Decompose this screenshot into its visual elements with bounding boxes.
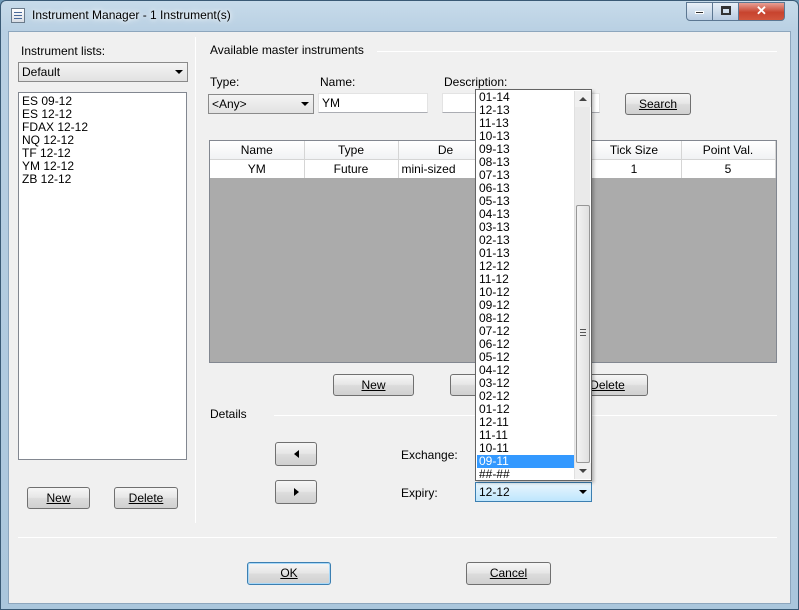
expiry-option[interactable]: 10-12 [477,286,574,299]
expiry-option[interactable]: 06-13 [477,182,574,195]
expiry-option[interactable]: 02-13 [477,234,574,247]
search-label: Search [638,97,678,111]
expiry-option[interactable]: 08-13 [477,156,574,169]
details-section-label: Details [210,407,247,421]
delete-list-label: Delete [128,491,164,505]
close-icon: ✕ [756,3,767,18]
column-header-type[interactable]: Type [304,141,399,160]
expiry-value: 12-12 [479,485,510,499]
expiry-option[interactable]: 12-12 [477,260,574,273]
expiry-option[interactable]: 12-11 [477,416,574,429]
move-left-button[interactable] [275,442,317,466]
column-header-tick-size[interactable]: Tick Size [587,141,682,160]
arrow-right-icon [294,488,299,496]
scroll-up-icon[interactable] [575,91,591,107]
expiry-option[interactable]: 12-13 [477,104,574,117]
new-master-label: New [361,378,386,392]
type-dropdown[interactable]: <Any> [208,94,314,114]
expiry-option[interactable]: 01-12 [477,403,574,416]
arrow-left-icon [294,450,299,458]
expiry-option[interactable]: 11-11 [477,429,574,442]
expiry-option[interactable]: 11-13 [477,117,574,130]
chevron-down-icon [175,70,183,74]
exchange-label: Exchange: [401,448,458,462]
master-section-label: Available master instruments [210,43,364,57]
expiry-option[interactable]: 11-12 [477,273,574,286]
expiry-option[interactable]: 04-12 [477,364,574,377]
expiry-option[interactable]: 03-13 [477,221,574,234]
cancel-button[interactable]: Cancel [466,562,551,585]
expiry-option[interactable]: 07-12 [477,325,574,338]
cell-type: Future [304,159,399,178]
maximize-icon [720,6,731,15]
instrument-listbox[interactable]: ES 09-12 ES 12-12 FDAX 12-12 NQ 12-12 TF… [18,92,187,460]
expiry-label: Expiry: [401,486,438,500]
ok-label: OK [280,566,298,580]
expiry-scrollbar[interactable] [574,91,591,479]
close-button[interactable]: ✕ [738,2,785,21]
column-header-point-value[interactable]: Point Val. [681,141,776,160]
search-button[interactable]: Search [625,93,691,115]
expiry-dropdown[interactable]: 12-12 [475,482,592,502]
footer-divider [18,537,777,538]
expiry-option[interactable]: 03-12 [477,377,574,390]
expiry-option[interactable]: 07-13 [477,169,574,182]
minimize-button[interactable] [686,2,713,21]
name-label: Name: [320,75,356,89]
new-list-label: New [46,491,71,505]
expiry-option[interactable]: 10-13 [477,130,574,143]
instrument-list-value: Default [22,65,61,79]
new-master-button[interactable]: New [333,374,414,396]
cell-name: YM [210,159,305,178]
grip-icon [580,329,586,336]
name-input[interactable]: YM [318,93,428,113]
move-right-button[interactable] [275,480,317,504]
delete-master-label: Delete [590,378,625,392]
window-title: Instrument Manager - 1 Instrument(s) [32,8,231,22]
expiry-option[interactable]: 05-12 [477,351,574,364]
expiry-option[interactable]: 02-12 [477,390,574,403]
expiry-option[interactable]: 01-14 [477,91,574,104]
master-section-divider [377,51,777,52]
expiry-option[interactable]: 08-12 [477,312,574,325]
maximize-button[interactable] [712,2,739,21]
scroll-down-icon[interactable] [575,463,591,479]
column-header-name[interactable]: Name [210,141,305,160]
list-item[interactable]: ZB 12-12 [19,173,186,186]
chevron-down-icon [579,490,587,494]
expiry-option[interactable]: 05-13 [477,195,574,208]
expiry-option[interactable]: 01-13 [477,247,574,260]
cancel-label: Cancel [489,566,528,580]
chevron-down-icon [301,102,309,106]
minimize-icon [695,11,704,14]
dialog-client-area: Instrument lists: Default ES 09-12 ES 12… [8,31,791,604]
instrument-manager-window: Instrument Manager - 1 Instrument(s) ✕ I… [0,0,799,610]
title-bar[interactable]: Instrument Manager - 1 Instrument(s) ✕ [1,1,798,31]
cell-point-value: 5 [681,159,776,178]
app-icon [11,8,25,23]
instrument-list-dropdown[interactable]: Default [18,62,188,82]
instrument-lists-label: Instrument lists: [21,44,106,58]
new-list-button[interactable]: New [27,487,90,509]
expiry-option[interactable]: 09-12 [477,299,574,312]
panel-divider [195,37,196,523]
ok-button[interactable]: OK [247,562,331,585]
type-value: <Any> [212,97,247,111]
expiry-option[interactable]: 09-13 [477,143,574,156]
expiry-option[interactable]: 09-11 [477,455,574,468]
cell-tick-size: 1 [587,159,682,178]
expiry-option[interactable]: 06-12 [477,338,574,351]
expiry-option[interactable]: ##-## [477,468,574,481]
expiry-option[interactable]: 10-11 [477,442,574,455]
delete-list-button[interactable]: Delete [114,487,178,509]
description-label: Description: [444,75,508,89]
scroll-thumb[interactable] [576,205,590,463]
expiry-options-popup[interactable]: ##-## 09-11 10-11 11-11 12-11 01-12 02-12 03-12… [475,89,592,481]
type-label: Type: [210,75,240,89]
expiry-option[interactable]: 04-13 [477,208,574,221]
